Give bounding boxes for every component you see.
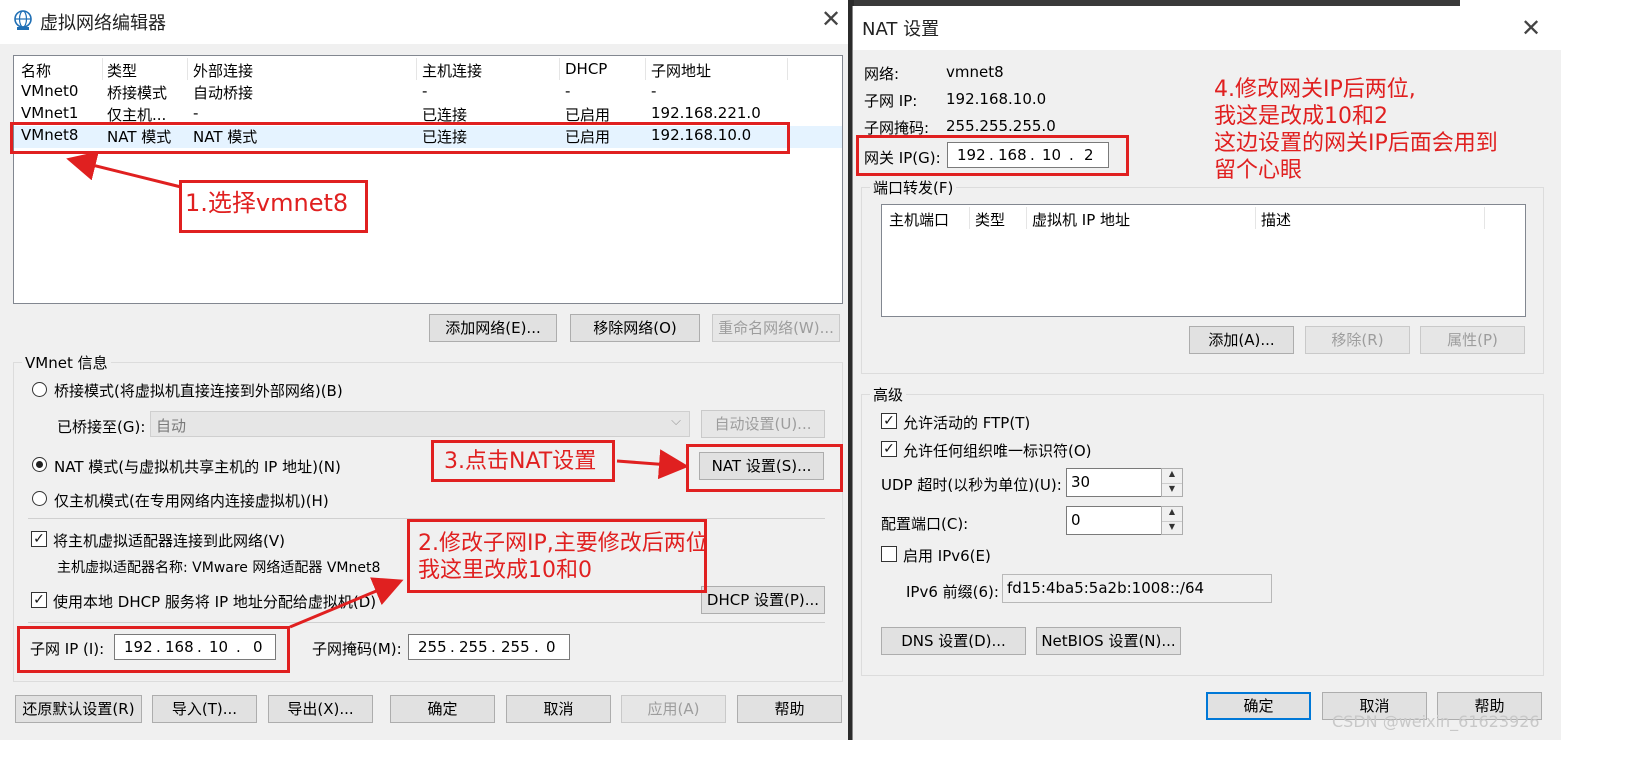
- arrow-step3: [616, 449, 689, 480]
- watermark-text: CSDN @weixin_61623926: [1332, 712, 1540, 731]
- arrow-step2: [289, 577, 404, 629]
- annotation-arrows: [66, 151, 689, 629]
- arrow-step1: [66, 151, 182, 189]
